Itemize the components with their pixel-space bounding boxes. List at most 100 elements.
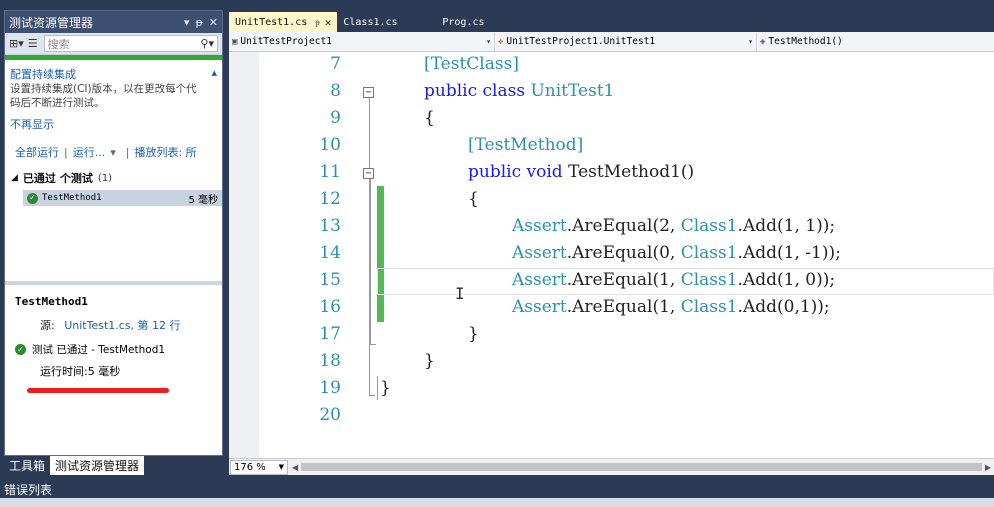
source-link[interactable]: UnitTest1.cs, 第 12 行 [64,319,180,332]
group-label: 已通过 [22,172,56,185]
indicator-margin [229,52,259,458]
test-row[interactable]: ✓ TestMethod1 5 毫秒 [23,190,222,206]
code-line[interactable]: 20 [259,403,994,430]
code-line[interactable]: 9{ [259,106,994,133]
collapse-region-icon[interactable]: − [363,168,374,179]
code-editor[interactable]: I 7 [TestClass] 8− public class UnitTest1 9{… [229,52,994,458]
tab-prog[interactable]: Prog.cs [432,12,492,32]
tab-class1[interactable]: Class1.cs [337,12,432,32]
code-line[interactable]: 14 Assert.AreEqual(0, Class1.Add(1, -1)); [259,241,994,268]
line-number: 13 [319,216,341,236]
project-name: UnitTestProject1 [240,36,332,47]
test-explorer-panel: 测试资源管理器 ▾ ᵽ ✕ ⊞▾ ☰ 搜索 ⚲▾ 配置持续集成 ▴ 设置持续集成… [4,10,223,456]
line-number: 16 [319,297,341,317]
ide-window: 测试资源管理器 ▾ ᵽ ✕ ⊞▾ ☰ 搜索 ⚲▾ 配置持续集成 ▴ 设置持续集成… [0,0,994,507]
elapsed-time: 运行时间:5 毫秒 [40,365,121,378]
code-text: [TestMethod] [468,135,584,155]
test-explorer-titlebar: 测试资源管理器 ▾ ᵽ ✕ [5,11,222,33]
code-text: } [380,378,391,398]
window-position-dropdown-icon[interactable]: ▾ [184,16,190,29]
ci-notice-description-1: 设置持续集成(CI)版本，以在更改每个代 [10,83,197,95]
search-input[interactable]: 搜索 ⚲▾ [43,35,218,52]
code-text: public class UnitTest1 [424,81,615,101]
member-dropdown[interactable]: ◈ TestMethod1() [757,33,994,51]
ci-notice-heading[interactable]: 配置持续集成 [10,66,76,82]
red-underline-annotation [27,388,169,393]
error-list-title[interactable]: 错误列表 [4,480,52,498]
code-line[interactable]: 11 − public void TestMethod1() [259,160,994,187]
tab-toolbox[interactable]: 工具箱 [4,456,50,475]
search-icon[interactable]: ⚲▾ [200,37,214,50]
code-line[interactable]: 15 Assert.AreEqual(1, Class1.Add(1, 0)); [259,268,994,295]
line-number: 17 [319,324,341,344]
code-text: Assert.AreEqual(1, Class1.Add(0,1)); [512,297,830,317]
code-line[interactable]: 7 [TestClass] [259,52,994,79]
group-count: (1) [97,172,113,184]
chevron-down-icon: ▼ [278,463,284,471]
line-number: 19 [319,378,341,398]
passed-check-icon: ✓ [15,344,26,355]
code-text: { [424,108,435,128]
list-icon[interactable]: ☰ [28,37,38,50]
group-by-icon[interactable]: ⊞▾ [9,37,24,50]
editor-bottom-bar: 176 % ▼ ◀ ▶ [229,458,994,475]
project-dropdown[interactable]: ▣ UnitTestProject1 ▾ [229,32,495,51]
class-name: UnitTestProject1.UnitTest1 [506,36,656,47]
passed-check-icon: ✓ [27,192,38,204]
line-number: 7 [330,54,341,74]
close-icon[interactable]: ✕ [325,16,332,29]
code-line[interactable]: 12 { [259,187,994,214]
line-number: 18 [319,351,341,371]
code-text: Assert.AreEqual(1, Class1.Add(1, 0)); [512,270,836,290]
tab-test-explorer[interactable]: 测试资源管理器 [50,456,145,475]
horizontal-scrollbar[interactable]: ◀ ▶ [292,461,991,474]
code-line[interactable]: 19} [259,376,994,403]
detail-source: 源: UnitTest1.cs, 第 12 行 [40,317,212,333]
left-bottom-tabs: 工具箱 测试资源管理器 [4,456,145,475]
playlist-link[interactable]: 播放列表: 所 [134,144,196,160]
pin-icon[interactable]: ᵽ [315,17,320,28]
zoom-dropdown[interactable]: 176 % ▼ [230,459,288,475]
scroll-left-icon[interactable]: ◀ [292,463,298,472]
code-text: { [468,189,479,209]
ci-notice: 配置持续集成 ▴ 设置持续集成(CI)版本，以在更改每个代 码后不断进行测试。 … [5,60,222,132]
code-line[interactable]: 8 − public class UnitTest1 [259,79,994,106]
dont-show-again-link[interactable]: 不再显示 [10,116,217,132]
class-dropdown[interactable]: ❖ UnitTestProject1.UnitTest1 ▾ [495,32,757,51]
chevron-down-icon: ▾ [748,37,753,46]
zoom-level: 176 % [234,461,266,473]
expand-triangle-icon[interactable]: ◢ [11,173,18,183]
scrollbar-thumb[interactable] [301,463,982,471]
tab-label: UnitTest1.cs [235,16,308,28]
detail-title: TestMethod1 [15,295,88,308]
pin-icon[interactable]: ᵽ [195,16,202,29]
line-number: 8 [330,81,341,101]
error-list-toolbar [0,498,994,507]
collapse-icon[interactable]: ▴ [211,66,217,82]
code-line[interactable]: 16 Assert.AreEqual(1, Class1.Add(0,1)); [259,295,994,322]
code-line[interactable]: 13 Assert.AreEqual(2, Class1.Add(1, 1)); [259,214,994,241]
member-name: TestMethod1() [768,36,843,47]
run-all-link[interactable]: 全部运行 [15,144,59,160]
tab-label: Prog.cs [442,16,485,28]
code-line[interactable]: 18} [259,349,994,376]
code-line[interactable]: 17} [259,322,994,349]
project-icon: ▣ [232,36,238,47]
source-label: 源: [40,319,55,332]
run-dropdown-icon[interactable]: ▾ [110,146,116,159]
code-line[interactable]: 10 [TestMethod] [259,133,994,160]
tab-unittest1[interactable]: UnitTest1.cs ᵽ ✕ [229,12,338,32]
collapse-region-icon[interactable]: − [363,87,374,98]
test-explorer-toolbar: ⊞▾ ☰ 搜索 ⚲▾ [5,33,222,55]
line-number: 20 [319,405,341,425]
line-number: 12 [319,189,341,209]
passed-group-header[interactable]: ◢ 已通过 个测试 (1) [5,160,222,186]
scroll-right-icon[interactable]: ▶ [985,463,991,472]
separator: | [64,145,68,159]
run-link[interactable]: 运行... [73,144,106,160]
close-icon[interactable]: ✕ [209,16,218,29]
line-number: 10 [319,135,341,155]
code-lines[interactable]: I 7 [TestClass] 8− public class UnitTest1 9{… [259,52,994,458]
line-number: 14 [319,243,341,263]
group-label-rest: 个测试 [59,172,93,185]
